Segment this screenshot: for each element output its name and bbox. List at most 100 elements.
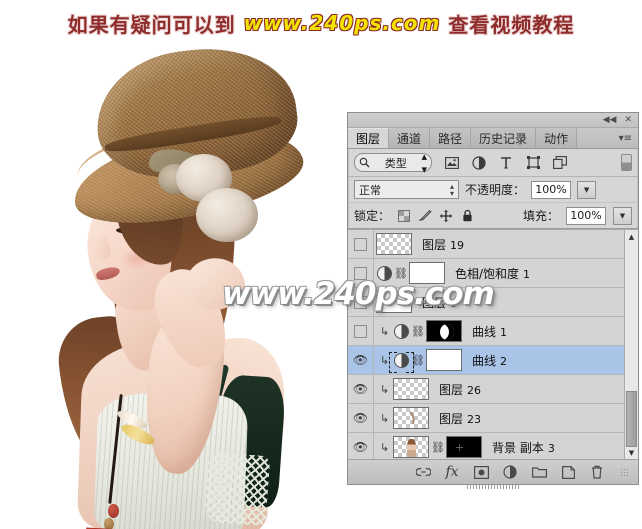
blend-mode-select[interactable]: 正常 ▴ ▾: [354, 180, 459, 199]
pixel-layer-icon[interactable]: [444, 155, 460, 171]
layer-name-number: 2: [500, 354, 508, 368]
lock-image-icon[interactable]: [418, 209, 432, 223]
lock-all-icon[interactable]: [460, 209, 474, 223]
filter-type-select[interactable]: 类型 ▴ ▾: [354, 150, 432, 176]
panel-menu-icon[interactable]: ▾≡: [613, 128, 638, 148]
tab-channels[interactable]: 通道: [389, 128, 431, 148]
panel-title-bar: ◀◀ ✕: [348, 113, 638, 128]
layers-panel-toolbar: fx: [348, 459, 638, 484]
tutorial-banner: 如果有疑问可以到 www.240ps.com 查看视频教程: [0, 0, 642, 46]
scrollbar-thumb[interactable]: [626, 391, 637, 447]
table-row[interactable]: 👁 ↳ 图层 23: [348, 404, 638, 433]
layer-name-label: 色相/饱和度 1: [455, 265, 530, 282]
blend-mode-value: 正常: [359, 183, 381, 197]
tab-paths[interactable]: 路径: [430, 128, 472, 148]
new-layer-icon[interactable]: [560, 464, 576, 480]
delete-layer-icon[interactable]: [589, 464, 605, 480]
layer-name-label: 曲线 1: [472, 323, 507, 340]
table-row[interactable]: 👁 ↳ 图层 26: [348, 375, 638, 404]
panel-menu-glyph: ▾≡: [618, 132, 632, 144]
layer-visibility-toggle[interactable]: 👁: [348, 433, 374, 459]
opacity-value: 100%: [535, 183, 567, 196]
tab-paths-label: 路径: [438, 131, 463, 146]
collapse-arrows-icon[interactable]: ◀◀: [603, 115, 617, 125]
layer-visibility-toggle[interactable]: 👁: [348, 375, 374, 403]
tab-history-label: 历史记录: [479, 131, 528, 146]
layer-name-text: 背景 副本: [492, 440, 544, 455]
adjustment-layer-icon[interactable]: [471, 155, 487, 171]
table-row-selected[interactable]: 👁 ↳ ⛓ 曲线 2: [348, 346, 638, 375]
banner-site-text: www.240ps.com: [243, 11, 441, 35]
tab-history[interactable]: 历史记录: [471, 128, 537, 148]
lock-position-icon[interactable]: [439, 209, 453, 223]
layer-name-text: 图层: [422, 237, 447, 252]
opacity-dropdown-button[interactable]: ▼: [577, 180, 597, 199]
layer-thumbnail[interactable]: [393, 436, 429, 458]
eye-off-icon: [354, 266, 367, 280]
layer-thumbnail[interactable]: [376, 233, 412, 255]
layer-name-number: 19: [450, 238, 465, 252]
layer-style-fx-icon[interactable]: fx: [444, 464, 460, 480]
layer-visibility-toggle[interactable]: 👁: [348, 404, 374, 432]
necklace-bead-gold: [104, 518, 114, 529]
layer-visibility-toggle[interactable]: 👁: [348, 346, 374, 374]
text-layer-icon[interactable]: [498, 155, 514, 171]
layer-mask-thumbnail[interactable]: [446, 436, 482, 458]
add-layer-mask-icon[interactable]: [473, 464, 489, 480]
layer-thumbnail[interactable]: [393, 378, 429, 400]
adjustment-layer-icon[interactable]: [389, 351, 414, 373]
layer-name-number: 3: [547, 441, 555, 455]
layer-name-number: 1: [500, 325, 508, 339]
adjustment-layer-icon[interactable]: [394, 323, 409, 339]
filter-type-label: 类型: [384, 156, 407, 170]
resize-grip-icon[interactable]: [620, 468, 628, 476]
photo-canvas: [0, 42, 345, 529]
tab-layers[interactable]: 图层: [348, 128, 390, 148]
mask-link-icon[interactable]: ⛓: [411, 325, 425, 338]
layer-mask-thumbnail[interactable]: [409, 262, 445, 284]
layer-list-scrollbar[interactable]: ▲ ▼: [624, 230, 638, 459]
fill-label: 填充：: [522, 209, 559, 223]
filter-toggle-switch[interactable]: [621, 154, 632, 171]
layer-name-number: 23: [467, 412, 482, 426]
eye-on-icon: 👁: [352, 411, 369, 425]
table-row[interactable]: 图层 8: [348, 288, 638, 317]
table-row[interactable]: ↳ ⛓ 曲线 1: [348, 317, 638, 346]
layer-list[interactable]: 图层 19 ⛓ 色相/饱和度 1 图层 8 ↳ ⛓ 曲线 1 👁 ↳ ⛓ 曲线 …: [348, 229, 638, 459]
lock-label: 锁定：: [354, 209, 391, 223]
smart-object-icon[interactable]: [552, 155, 568, 171]
new-group-icon[interactable]: [531, 464, 547, 480]
layer-visibility-toggle[interactable]: [348, 230, 374, 258]
clipping-mask-icon: ↳: [379, 382, 390, 396]
scrollbar-track[interactable]: [625, 243, 638, 447]
fill-value: 100%: [570, 209, 602, 222]
opacity-input[interactable]: 100%: [531, 180, 572, 199]
close-icon[interactable]: ✕: [624, 115, 632, 125]
scroll-down-arrow[interactable]: ▼: [625, 446, 638, 459]
layer-visibility-toggle[interactable]: [348, 317, 374, 345]
layer-visibility-toggle[interactable]: [348, 259, 374, 287]
scroll-up-arrow[interactable]: ▲: [625, 230, 638, 243]
layer-visibility-toggle[interactable]: [348, 288, 374, 316]
adjustment-layer-icon[interactable]: [377, 265, 392, 281]
mask-link-icon[interactable]: ⛓: [394, 267, 408, 280]
fill-dropdown-button[interactable]: ▼: [613, 206, 632, 225]
layer-thumbnail[interactable]: [393, 407, 429, 429]
filter-stepper-arrows: ▴ ▾: [421, 149, 427, 176]
layer-filter-row: 类型 ▴ ▾: [348, 149, 638, 177]
new-adjustment-layer-icon[interactable]: [502, 464, 518, 480]
layer-name-number: 26: [467, 383, 482, 397]
table-row[interactable]: 👁 ↳ ⛓ 背景 副本 3: [348, 433, 638, 459]
panel-tab-bar: 图层 通道 路径 历史记录 动作 ▾≡: [348, 128, 638, 149]
layer-mask-thumbnail[interactable]: [426, 349, 462, 371]
lock-transparency-icon[interactable]: [397, 209, 411, 223]
layer-mask-thumbnail[interactable]: [426, 320, 462, 342]
table-row[interactable]: ⛓ 色相/饱和度 1: [348, 259, 638, 288]
layer-thumbnail[interactable]: [376, 291, 412, 313]
table-row[interactable]: 图层 19: [348, 230, 638, 259]
tab-actions[interactable]: 动作: [536, 128, 578, 148]
mask-link-icon[interactable]: ⛓: [431, 441, 445, 454]
shape-layer-icon[interactable]: [525, 155, 541, 171]
fill-input[interactable]: 100%: [566, 206, 606, 225]
link-layers-icon[interactable]: [415, 464, 431, 480]
